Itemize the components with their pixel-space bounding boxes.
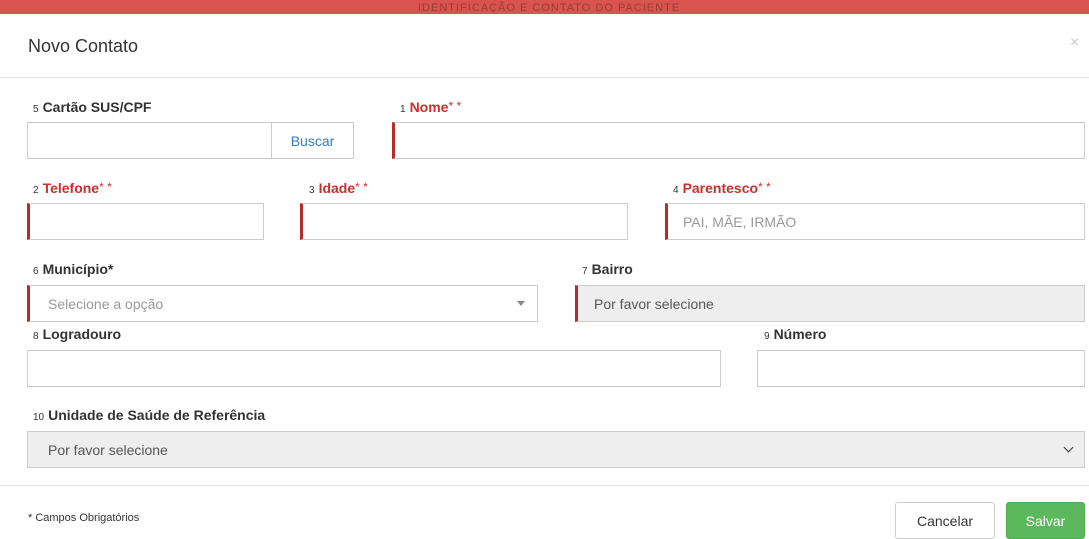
- buscar-button[interactable]: Buscar: [271, 122, 354, 159]
- idade-label: 3 Idade* *: [309, 180, 368, 196]
- footer-divider: [0, 485, 1089, 486]
- chevron-down-icon: [1063, 442, 1074, 453]
- municipio-selected-value: Selecione a opção: [48, 295, 164, 312]
- background-banner-text: IDENTIFICAÇÃO E CONTATO DO PACIENTE: [418, 2, 681, 14]
- telefone-input[interactable]: [27, 203, 264, 240]
- parentesco-input[interactable]: [665, 203, 1085, 240]
- numero-label: 9 Número: [764, 326, 827, 342]
- caret-down-icon: [517, 301, 525, 306]
- modal-title: Novo Contato: [28, 36, 139, 56]
- unidade-label: 10 Unidade de Saúde de Referência: [33, 407, 266, 423]
- logradouro-input[interactable]: [27, 350, 721, 387]
- close-icon[interactable]: ×: [1070, 34, 1079, 52]
- municipio-select[interactable]: Selecione a opção: [27, 285, 538, 322]
- municipio-label: 6 Município*: [33, 261, 114, 277]
- required-fields-note: * Campos Obrigatórios: [28, 512, 140, 524]
- numero-input[interactable]: [757, 350, 1085, 387]
- telefone-label: 2 Telefone* *: [33, 180, 112, 196]
- nome-label: 1 Nome* *: [400, 99, 462, 115]
- idade-input[interactable]: [300, 203, 628, 240]
- cartao-label: 5 Cartão SUS/CPF: [33, 99, 152, 115]
- header-divider: [0, 77, 1089, 78]
- save-button[interactable]: Salvar: [1006, 502, 1085, 539]
- unidade-saude-select[interactable]: Por favor selecione: [27, 431, 1085, 468]
- background-page-banner: IDENTIFICAÇÃO E CONTATO DO PACIENTE: [0, 0, 1089, 14]
- unidade-selected-value: Por favor selecione: [48, 441, 168, 458]
- nome-input[interactable]: [392, 122, 1085, 159]
- logradouro-label: 8 Logradouro: [33, 326, 122, 342]
- cancel-button[interactable]: Cancelar: [895, 502, 995, 539]
- cartao-sus-cpf-input[interactable]: [27, 122, 272, 159]
- parentesco-label: 4 Parentesco* *: [673, 180, 771, 196]
- bairro-field[interactable]: Por favor selecione: [575, 285, 1085, 322]
- bairro-value: Por favor selecione: [594, 295, 714, 312]
- bairro-label: 7 Bairro: [582, 261, 633, 277]
